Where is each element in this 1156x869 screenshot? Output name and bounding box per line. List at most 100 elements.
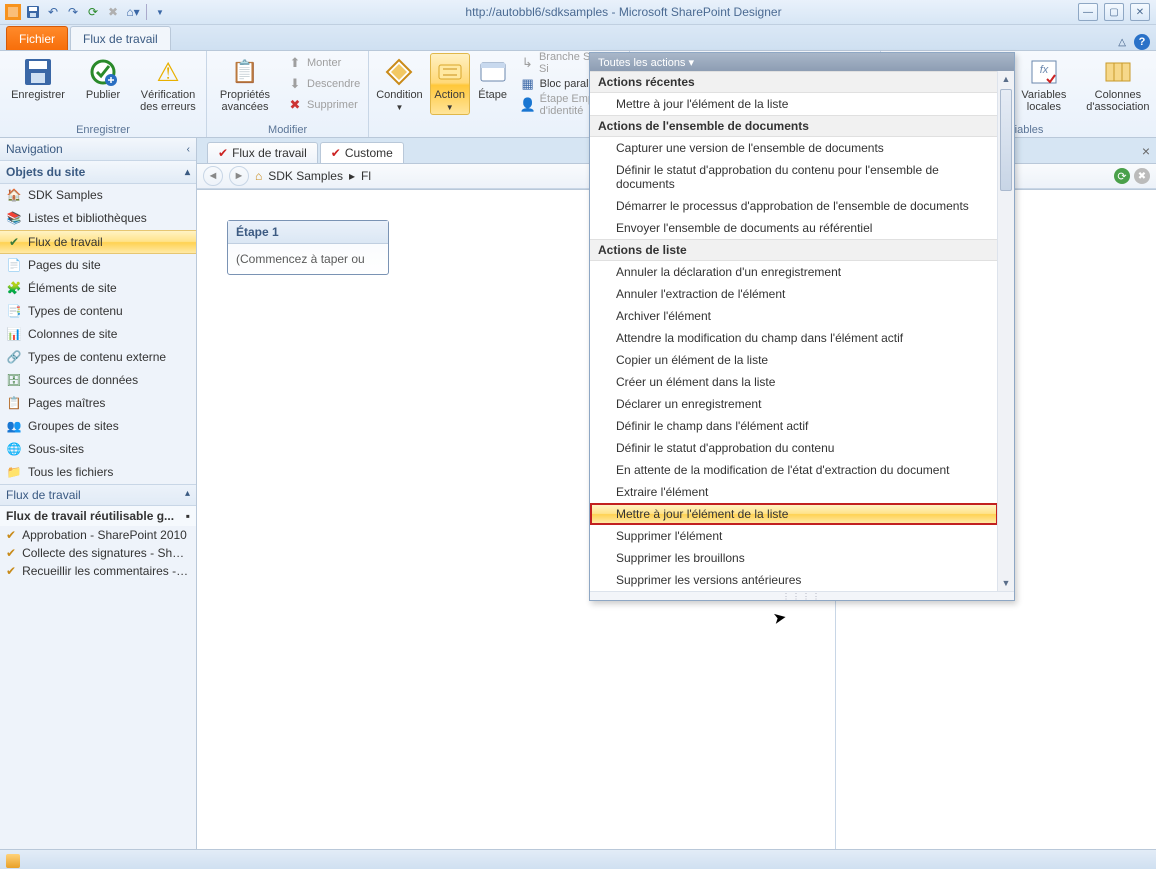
help-icon[interactable]: ? [1134,34,1150,50]
workflow-icon: ✔ [6,564,16,578]
breadcrumb-current[interactable]: Fl [361,169,371,183]
menu-scrollbar[interactable]: ▲ ▼ [997,71,1014,591]
chevron-left-icon[interactable]: ‹ [187,144,190,155]
document-tabs: ✔Flux de travail✔Custome [197,138,408,163]
ribbon-minimize-icon[interactable]: △ [1118,37,1126,48]
nav-item[interactable]: 🧩Éléments de site [0,277,196,300]
error-check-button[interactable]: ⚠ Vérification des erreurs [134,53,202,114]
nav-item-icon: 📁 [6,464,22,480]
menu-item[interactable]: Supprimer l'élément [590,525,998,547]
window-title: http://autobbl6/sdksamples - Microsoft S… [169,5,1078,19]
pin-icon[interactable]: ▪ [186,509,190,523]
nav-item-label: Groupes de sites [28,419,119,433]
save-button[interactable]: Enregistrer [4,53,72,102]
menu-item[interactable]: Archiver l'élément [590,305,998,327]
menu-item[interactable]: En attente de la modification de l'état … [590,459,998,481]
menu-item[interactable]: Mettre à jour l'élément de la liste [590,93,998,115]
delete-button: ✖Supprimer [283,95,364,115]
scroll-down-icon[interactable]: ▼ [998,575,1014,591]
scroll-up-icon[interactable]: ▲ [998,71,1014,87]
menu-item[interactable]: Définir le champ dans l'élément actif [590,415,998,437]
menu-item[interactable]: Déclarer un enregistrement [590,393,998,415]
menu-item[interactable]: Définir le statut d'approbation du conte… [590,159,998,195]
app-icon[interactable] [4,3,22,21]
nav-item[interactable]: 📑Types de contenu [0,300,196,323]
minimize-button[interactable]: — [1078,3,1098,21]
assoc-columns-button[interactable]: Colonnes d'association [1079,53,1156,114]
nav-item[interactable]: 🏠SDK Samples [0,184,196,207]
stop-icon[interactable]: ✖ [104,3,122,21]
nav-item[interactable]: 🌐Sous-sites [0,438,196,461]
workflow-step-box[interactable]: Étape 1 (Commencez à taper ou [227,220,389,275]
menu-item[interactable]: Mettre à jour l'élément de la liste [590,503,998,525]
menu-item[interactable]: Capturer une version de l'ensemble de do… [590,137,998,159]
refresh-icon[interactable]: ⟳ [84,3,102,21]
menu-item[interactable]: Extraire l'élément [590,481,998,503]
breadcrumb-root[interactable]: SDK Samples [268,169,343,183]
save-icon[interactable] [24,3,42,21]
menu-resize-grip[interactable]: ⋮⋮⋮⋮ [590,591,1014,600]
doc-tab-icon: ✔ [331,146,341,160]
nav-item[interactable]: 📊Colonnes de site [0,323,196,346]
document-tab[interactable]: ✔Custome [320,142,404,163]
nav-workflow-header[interactable]: Flux de travail réutilisable g... ▪ [0,506,196,526]
document-tab[interactable]: ✔Flux de travail [207,142,318,163]
action-button[interactable]: Action▼ [430,53,470,115]
nav-item[interactable]: 👥 Groupes de sites [0,415,196,438]
menu-item[interactable]: Copier un élément de la liste [590,349,998,371]
tab-workflow[interactable]: Flux de travail [70,26,171,50]
menu-item[interactable]: Supprimer les brouillons [590,547,998,569]
nav-item[interactable]: 📚Listes et bibliothèques [0,207,196,230]
nav-item[interactable]: 📋Pages maîtres [0,392,196,415]
menu-item[interactable]: Annuler l'extraction de l'élément [590,283,998,305]
redo-icon[interactable]: ↷ [64,3,82,21]
chevron-up-icon[interactable]: ▴ [185,488,190,502]
nav-forward-icon[interactable]: ► [229,166,249,186]
stop-small-icon[interactable]: ✖ [1134,168,1150,184]
advanced-props-button: 📋 Propriétés avancées [211,53,279,114]
chevron-up-icon[interactable]: ▴ [185,167,190,178]
nav-item[interactable]: 📄Pages du site [0,254,196,277]
menu-title[interactable]: Toutes les actions ▾ [590,53,1014,71]
tab-file[interactable]: Fichier [6,26,68,50]
menu-item[interactable]: Créer un élément dans la liste [590,371,998,393]
nav-item-icon: 📄 [6,257,22,273]
nav-item-icon: 👥 [6,418,22,434]
menu-item[interactable]: Attendre la modification du champ dans l… [590,327,998,349]
home-icon[interactable]: ⌂ [255,169,262,183]
workflow-list-item[interactable]: ✔Recueillir les commentaires - Shar... [0,562,196,580]
tab-close-icon[interactable]: × [1142,143,1156,159]
title-bar: ↶ ↷ ⟳ ✖ ⌂▾ ▼ http://autobbl6/sdksamples … [0,0,1156,25]
workflow-list-item[interactable]: ✔Approbation - SharePoint 2010 [0,526,196,544]
close-button[interactable]: ✕ [1130,3,1150,21]
local-variables-button[interactable]: fx Variables locales [1013,53,1075,114]
undo-icon[interactable]: ↶ [44,3,62,21]
menu-item[interactable]: Définir le statut d'approbation du conte… [590,437,998,459]
step-title: Étape 1 [228,221,388,244]
nav-item[interactable]: 🔗Types de contenu externe [0,346,196,369]
qat-customize-icon[interactable]: ▼ [151,3,169,21]
workflow-list-item[interactable]: ✔Collecte des signatures - SharePoi... [0,544,196,562]
nav-item-icon: 📊 [6,326,22,342]
menu-item[interactable]: Démarrer le processus d'approbation de l… [590,195,998,217]
nav-back-icon[interactable]: ◄ [203,166,223,186]
menu-item[interactable]: Supprimer les versions antérieures [590,569,998,591]
ribbon-group-save: Enregistrer Publier ⚠ Vérification des e… [0,51,207,137]
maximize-button[interactable]: ▢ [1104,3,1124,21]
refresh-small-icon[interactable]: ⟳ [1114,168,1130,184]
menu-item[interactable]: Annuler la déclaration d'un enregistreme… [590,261,998,283]
menu-item[interactable]: Envoyer l'ensemble de documents au référ… [590,217,998,239]
nav-item[interactable]: ✔Flux de travail [0,230,196,254]
nav-header[interactable]: Navigation ‹ [0,138,196,161]
nav-site-objects-header[interactable]: Objets du site ▴ [0,161,196,184]
save-label: Enregistrer [11,88,65,101]
nav-item[interactable]: 📁Tous les fichiers [0,461,196,484]
publish-button[interactable]: Publier [76,53,130,102]
scroll-thumb[interactable] [1000,89,1012,191]
nav-item[interactable]: 🗄Sources de données [0,369,196,392]
home-dropdown-icon[interactable]: ⌂▾ [124,3,142,21]
window-controls: — ▢ ✕ [1078,3,1152,21]
nav-workflow-section[interactable]: Flux de travail ▴ [0,484,196,506]
condition-button[interactable]: Condition▼ [373,53,425,115]
step-button[interactable]: Étape [474,53,512,102]
